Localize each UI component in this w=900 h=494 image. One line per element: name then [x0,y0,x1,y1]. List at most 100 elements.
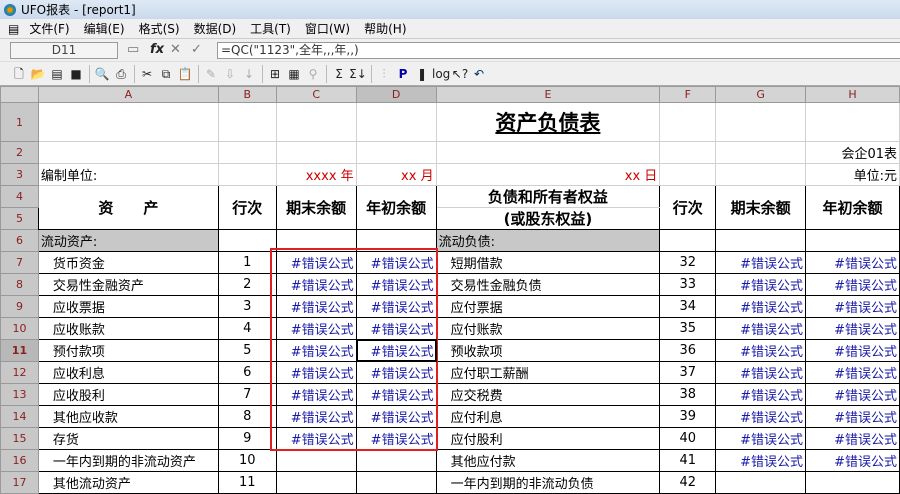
liability-begin-balance[interactable]: #错误公式 [805,339,900,362]
menu-window[interactable]: 窗口(W) [305,20,350,37]
asset-name[interactable]: 货币资金 [37,251,219,274]
row-header[interactable]: 7 [0,251,39,274]
row-header[interactable]: 12 [0,361,39,384]
cell[interactable] [37,102,219,142]
paste-icon[interactable]: 📋 [176,65,194,83]
asset-line-no[interactable]: 4 [217,317,277,340]
asset-line-no[interactable]: 1 [217,251,277,274]
bookmark-icon[interactable]: ❚ [413,65,431,83]
asset-line-no[interactable]: 10 [217,449,277,472]
liability-name[interactable]: 短期借款 [435,251,661,274]
header-equity[interactable]: (或股东权益) [435,207,661,230]
month-cell[interactable]: xx 月 [355,163,437,186]
new-icon[interactable]: 🗋 [10,65,28,83]
row-header[interactable]: 17 [0,471,39,494]
asset-end-balance[interactable] [275,449,357,472]
header-begin-balance[interactable]: 年初余额 [355,185,437,230]
cell[interactable] [715,141,807,164]
undo-icon[interactable]: ↶ [470,65,488,83]
menu-help[interactable]: 帮助(H) [364,20,406,37]
asset-name[interactable]: 一年内到期的非流动资产 [37,449,219,472]
cell[interactable] [715,229,807,252]
menu-tools[interactable]: 工具(T) [250,20,291,37]
column-header-g[interactable]: G [715,86,807,103]
row-header[interactable]: 6 [0,229,39,252]
merge-cells-icon[interactable]: ⊞ [266,65,284,83]
liability-end-balance[interactable]: #错误公式 [715,383,807,406]
asset-name[interactable]: 应收利息 [37,361,219,384]
help-pointer-icon[interactable]: ↖? [451,65,469,83]
liability-line-no[interactable]: 37 [659,361,717,384]
print-preview-icon[interactable]: 🔍 [93,65,111,83]
row-header[interactable]: 5 [0,207,39,230]
row-header[interactable]: 10 [0,317,39,340]
sort-icon[interactable]: ↓ [240,65,258,83]
liability-line-no[interactable]: 40 [659,427,717,450]
cut-icon[interactable]: ✂ [138,65,156,83]
open-icon[interactable]: 📂 [29,65,47,83]
row-header[interactable]: 15 [0,427,39,450]
page-icon[interactable]: ▤ [48,65,66,83]
compiler-label[interactable]: 编制单位: [37,163,219,186]
pattern-icon[interactable]: ▦ [285,65,303,83]
liability-begin-balance[interactable]: #错误公式 [805,449,900,472]
header-end-balance-right[interactable]: 期末余额 [715,185,807,230]
confirm-icon[interactable]: ✓ [191,42,202,57]
liability-begin-balance[interactable]: #错误公式 [805,295,900,318]
row-header[interactable]: 11 [0,339,39,362]
asset-end-balance[interactable]: #错误公式 [275,295,357,318]
cell[interactable] [275,102,357,142]
corner-cell[interactable] [0,86,39,103]
keyboard-icon[interactable]: ▭ [127,42,139,57]
header-line-no-right[interactable]: 行次 [659,185,717,230]
liability-end-balance[interactable]: #错误公式 [715,427,807,450]
liability-end-balance[interactable]: #错误公式 [715,295,807,318]
liability-line-no[interactable]: 42 [659,471,717,494]
asset-line-no[interactable]: 2 [217,273,277,296]
asset-line-no[interactable]: 11 [217,471,277,494]
asset-end-balance[interactable]: #错误公式 [275,273,357,296]
menu-edit[interactable]: 编辑(E) [84,20,125,37]
asset-begin-balance[interactable]: #错误公式 [355,427,437,450]
asset-name[interactable]: 其他流动资产 [37,471,219,494]
asset-line-no[interactable]: 8 [217,405,277,428]
asset-name[interactable]: 预付款项 [37,339,219,362]
menu-format[interactable]: 格式(S) [139,20,180,37]
liability-line-no[interactable]: 39 [659,405,717,428]
cancel-icon[interactable]: ✕ [170,42,181,57]
liability-line-no[interactable]: 36 [659,339,717,362]
liability-name[interactable]: 应交税费 [435,383,661,406]
cell[interactable] [217,163,277,186]
asset-end-balance[interactable]: #错误公式 [275,427,357,450]
unit-label[interactable]: 单位:元 [805,163,900,186]
cell[interactable] [37,141,219,164]
liability-begin-balance[interactable]: #错误公式 [805,383,900,406]
asset-begin-balance[interactable]: #错误公式 [355,339,437,362]
asset-name[interactable]: 应收票据 [37,295,219,318]
asset-end-balance[interactable]: #错误公式 [275,405,357,428]
save-icon[interactable]: ■ [67,65,85,83]
asset-name[interactable]: 应收股利 [37,383,219,406]
row-header[interactable]: 13 [0,383,39,406]
cell[interactable] [659,141,717,164]
asset-begin-balance[interactable]: #错误公式 [355,295,437,318]
liability-end-balance[interactable]: #错误公式 [715,361,807,384]
liability-name[interactable]: 其他应付款 [435,449,661,472]
asset-end-balance[interactable]: #错误公式 [275,317,357,340]
cell[interactable] [659,102,717,142]
liability-end-balance[interactable]: #错误公式 [715,449,807,472]
liability-name[interactable]: 应付股利 [435,427,661,450]
asset-begin-balance[interactable]: #错误公式 [355,383,437,406]
liability-begin-balance[interactable]: #错误公式 [805,361,900,384]
cell[interactable] [275,229,357,252]
cell[interactable] [659,229,717,252]
liability-begin-balance[interactable]: #错误公式 [805,405,900,428]
current-assets-label[interactable]: 流动资产: [37,229,219,252]
liability-begin-balance[interactable]: #错误公式 [805,251,900,274]
year-cell[interactable]: xxxx 年 [275,163,357,186]
liability-end-balance[interactable]: #错误公式 [715,317,807,340]
asset-begin-balance[interactable]: #错误公式 [355,405,437,428]
asset-name[interactable]: 存货 [37,427,219,450]
menu-data[interactable]: 数据(D) [194,20,237,37]
asset-begin-balance[interactable]: #错误公式 [355,273,437,296]
